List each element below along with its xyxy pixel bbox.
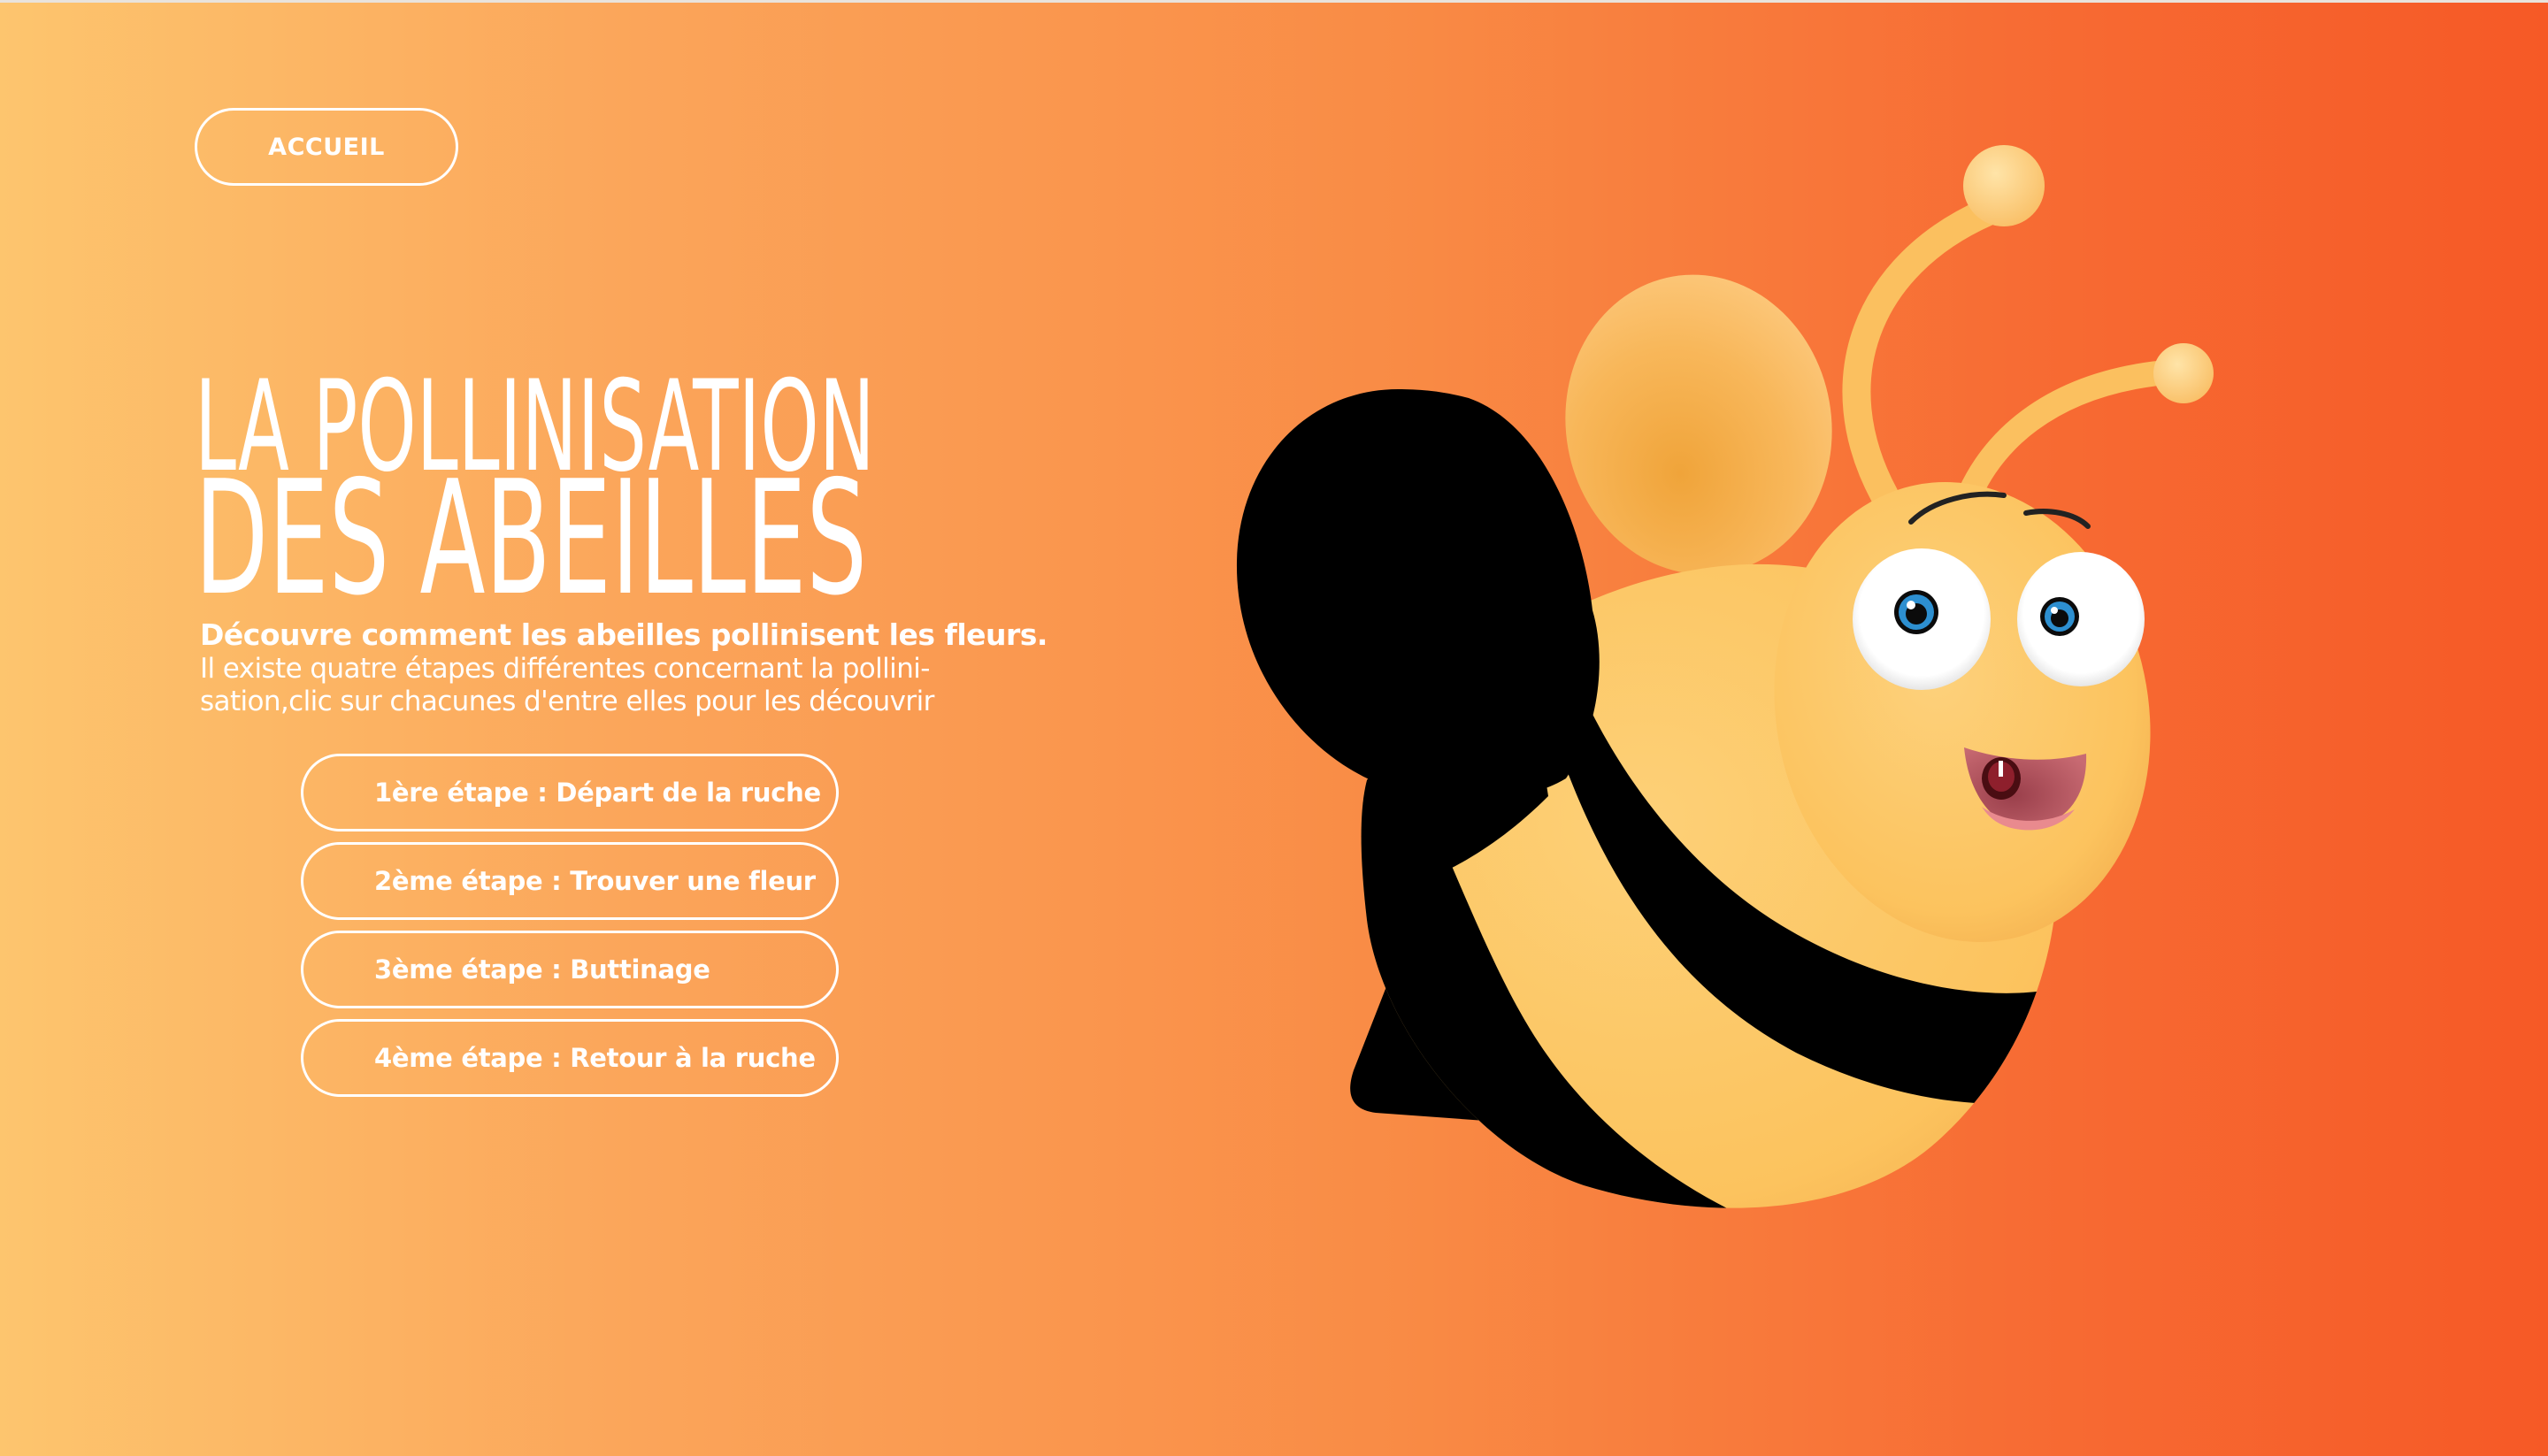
step-3-button[interactable]: 3ème étape : Buttinage [301, 931, 839, 1008]
step-4-button[interactable]: 4ème étape : Retour à la ruche [301, 1019, 839, 1097]
antenna-right-tip [2153, 343, 2214, 403]
step-4-label: 4ème étape : Retour à la ruche [374, 1043, 816, 1073]
step-2-button[interactable]: 2ème étape : Trouver une fleur [301, 842, 839, 920]
antenna-left [1842, 198, 2000, 510]
step-3-label: 3ème étape : Buttinage [374, 954, 710, 985]
intro-subtitle: Découvre comment les abeilles pollinisen… [200, 617, 1048, 652]
intro-description: Il existe quatre étapes différentes conc… [200, 653, 934, 718]
antenna-left-tip [1963, 145, 2045, 226]
home-button-label: ACCUEIL [268, 133, 385, 161]
front-wing [1236, 389, 1600, 801]
step-2-label: 2ème étape : Trouver une fleur [374, 866, 816, 896]
intro-description-line-1: Il existe quatre étapes différentes conc… [200, 653, 930, 685]
step-1-label: 1ère étape : Départ de la ruche [374, 778, 821, 808]
home-button[interactable]: ACCUEIL [195, 108, 458, 186]
page-title-line-2: DES ABEILLES [195, 447, 868, 630]
bee-illustration [1236, 145, 2214, 1208]
top-border-line [0, 0, 2548, 3]
back-wing [1565, 274, 1832, 575]
step-1-button[interactable]: 1ère étape : Départ de la ruche [301, 754, 839, 831]
eye-right [2017, 552, 2145, 686]
intro-description-line-2: sation,clic sur chacunes d'entre elles p… [200, 686, 934, 717]
